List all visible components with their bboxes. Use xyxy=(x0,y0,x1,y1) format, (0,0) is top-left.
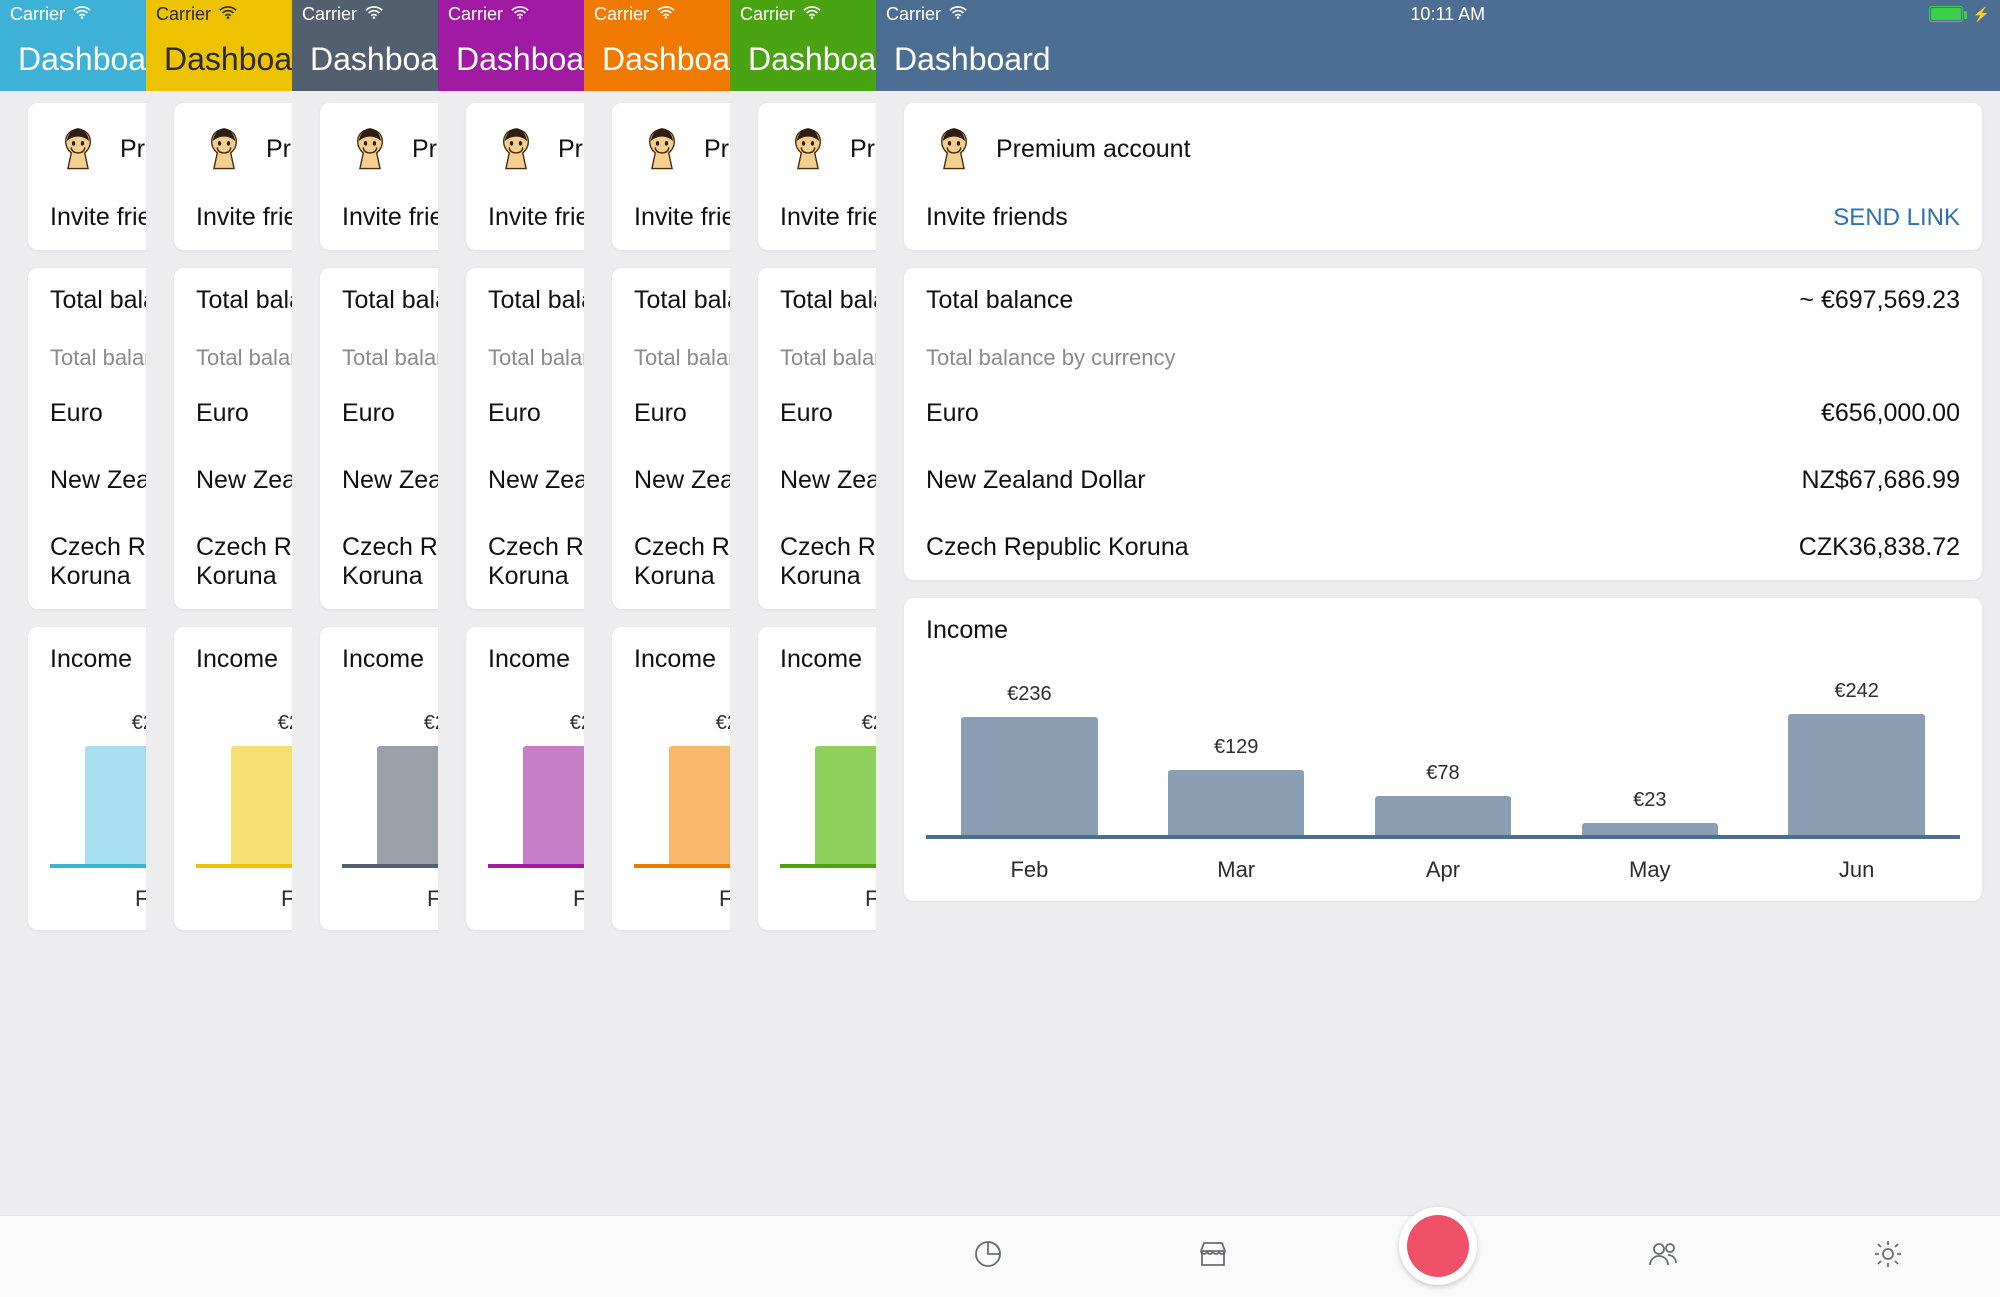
income-chart: €236 €129 €78 €23 €242 FebMarAprMayJun xyxy=(926,669,1960,883)
total-balance-value: ~ €697,569.23 xyxy=(1799,286,1960,315)
bar-column: €23 xyxy=(1546,669,1753,835)
tab-bar xyxy=(876,1215,2000,1297)
bar-column: €236 xyxy=(926,669,1133,835)
pie-chart-icon xyxy=(971,1237,1005,1276)
carrier-label: Carrier xyxy=(10,4,65,25)
currency-name: Euro xyxy=(50,399,103,428)
clock-label: 10:11 AM xyxy=(1410,4,1485,25)
bar-column: €242 xyxy=(1753,669,1960,835)
currency-name: Euro xyxy=(342,399,395,428)
wifi-icon xyxy=(219,4,237,25)
store-icon xyxy=(1196,1237,1230,1276)
avatar[interactable] xyxy=(488,121,544,177)
total-balance-label: Total balance xyxy=(926,286,1073,315)
bar xyxy=(1168,770,1304,835)
fab-inner xyxy=(1407,1215,1469,1277)
people-icon xyxy=(1646,1237,1680,1276)
carrier-label: Carrier xyxy=(448,4,503,25)
page-title: Dashboard xyxy=(894,41,1051,78)
bar-value-label: €236 xyxy=(1007,683,1052,709)
wifi-icon xyxy=(949,4,967,25)
currency-row: Euro €656,000.00 xyxy=(926,399,1960,428)
currency-name: Euro xyxy=(634,399,687,428)
status-bar: Carrier 10:11 AM ⚡ xyxy=(876,0,2000,28)
wifi-icon xyxy=(657,4,675,25)
tab-reports[interactable] xyxy=(876,1216,1101,1297)
gear-icon xyxy=(1871,1237,1905,1276)
x-tick-label: Apr xyxy=(1340,857,1547,883)
carrier-label: Carrier xyxy=(302,4,357,25)
bar xyxy=(1788,714,1924,835)
avatar[interactable] xyxy=(634,121,690,177)
send-link-button[interactable]: SEND LINK xyxy=(1833,204,1960,232)
x-tick-label: May xyxy=(1546,857,1753,883)
currency-amount: €656,000.00 xyxy=(1821,399,1960,428)
fab-button[interactable] xyxy=(1399,1207,1477,1285)
wifi-icon xyxy=(73,4,91,25)
wifi-icon xyxy=(803,4,821,25)
balance-by-currency-label: Total balance by currency xyxy=(926,345,1960,371)
bar-column: €129 xyxy=(1133,669,1340,835)
phone-theme-steel: Carrier 10:11 AM ⚡ Dashboard Premium acc… xyxy=(876,0,2000,1297)
wifi-icon xyxy=(365,4,383,25)
currency-row: Czech Republic Koruna CZK36,838.72 xyxy=(926,533,1960,562)
currency-name: Euro xyxy=(926,399,979,428)
avatar[interactable] xyxy=(50,121,106,177)
account-card: Premium account Invite friends SEND LINK xyxy=(904,103,1982,250)
currency-name: Euro xyxy=(488,399,541,428)
avatar[interactable] xyxy=(780,121,836,177)
tab-store[interactable] xyxy=(1101,1216,1326,1297)
currency-name: Euro xyxy=(196,399,249,428)
bar xyxy=(961,717,1097,835)
avatar[interactable] xyxy=(196,121,252,177)
carrier-label: Carrier xyxy=(156,4,211,25)
x-tick-label: Mar xyxy=(1133,857,1340,883)
charging-icon: ⚡ xyxy=(1973,6,1990,23)
avatar[interactable] xyxy=(926,121,982,177)
balance-card: Total balance ~ €697,569.23 Total balanc… xyxy=(904,268,1982,580)
tab-add[interactable] xyxy=(1326,1216,1551,1297)
currency-amount: CZK36,838.72 xyxy=(1799,533,1960,562)
nav-bar: Dashboard xyxy=(876,28,2000,91)
bar xyxy=(1375,796,1511,835)
bar-value-label: €242 xyxy=(1834,680,1879,706)
account-type-label: Premium account xyxy=(996,135,1191,164)
currency-name: Euro xyxy=(780,399,833,428)
avatar[interactable] xyxy=(342,121,398,177)
bar xyxy=(1582,823,1718,835)
currency-name: Czech Republic Koruna xyxy=(926,533,1189,562)
x-tick-label: Jun xyxy=(1753,857,1960,883)
content: Premium account Invite friends SEND LINK… xyxy=(876,91,2000,991)
carrier-label: Carrier xyxy=(740,4,795,25)
bar-value-label: €23 xyxy=(1633,789,1666,815)
bar-column: €78 xyxy=(1340,669,1547,835)
wifi-icon xyxy=(511,4,529,25)
carrier-label: Carrier xyxy=(594,4,649,25)
currency-row: New Zealand Dollar NZ$67,686.99 xyxy=(926,466,1960,495)
x-tick-label: Feb xyxy=(926,857,1133,883)
tab-people[interactable] xyxy=(1550,1216,1775,1297)
tab-settings[interactable] xyxy=(1775,1216,2000,1297)
income-card: Income €236 €129 €78 €23 €242 FebMarAprM… xyxy=(904,598,1982,901)
currency-amount: NZ$67,686.99 xyxy=(1802,466,1960,495)
battery-icon xyxy=(1929,6,1963,22)
carrier-label: Carrier xyxy=(886,4,941,25)
invite-friends-label: Invite friends xyxy=(926,203,1068,232)
currency-name: New Zealand Dollar xyxy=(926,466,1146,495)
bar-value-label: €129 xyxy=(1214,736,1259,762)
income-title: Income xyxy=(926,616,1960,645)
bar-value-label: €78 xyxy=(1426,762,1459,788)
